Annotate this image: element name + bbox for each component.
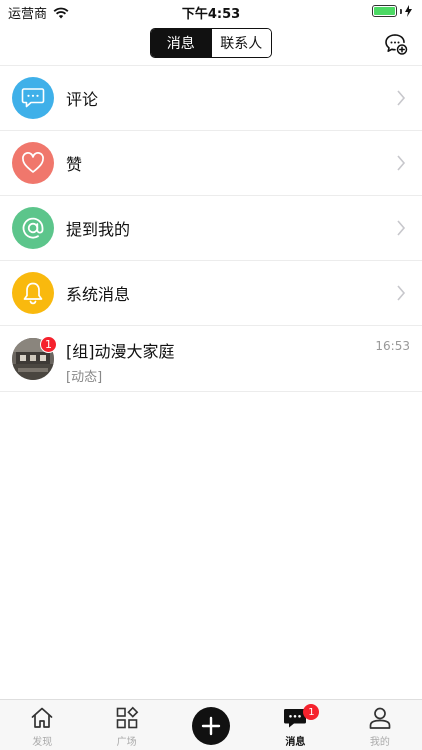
chevron-right-icon	[397, 285, 406, 301]
home-icon	[31, 707, 53, 728]
chevron-right-icon	[397, 155, 406, 171]
chat-add-icon[interactable]	[384, 32, 408, 56]
battery-tip	[400, 8, 402, 14]
status-bar: 运营商 下午4:53	[0, 0, 422, 22]
chevron-right-icon	[397, 220, 406, 236]
user-icon	[369, 707, 391, 729]
unread-badge: 1	[40, 336, 57, 353]
row-content: 评论	[0, 66, 422, 131]
grid-icon	[116, 706, 138, 729]
at-icon	[22, 217, 44, 239]
heart-icon-circle	[12, 142, 54, 184]
row-content: 提到我的	[0, 196, 422, 261]
row-content: 系统消息	[0, 261, 422, 326]
chevron-right-icon	[397, 90, 406, 106]
bell-icon	[23, 282, 43, 305]
heart-icon	[22, 152, 44, 173]
tab-label: 消息	[285, 737, 306, 748]
list-item-comments[interactable]: 评论	[0, 66, 422, 131]
tab-label: 发现	[32, 737, 53, 748]
tab-label: 广场	[116, 737, 137, 748]
nav-bar: 消息 联系人	[0, 22, 422, 66]
tab-discover[interactable]: 发现	[0, 700, 84, 750]
comment-icon	[21, 88, 45, 108]
plus-button[interactable]	[192, 707, 231, 745]
chat-time: 16:53	[375, 339, 410, 353]
tab-badge: 1	[303, 704, 320, 720]
list-item-label: 系统消息	[66, 285, 131, 304]
list-item-mentions[interactable]: 提到我的	[0, 196, 422, 261]
list-item-system[interactable]: 系统消息	[0, 261, 422, 326]
segmented-control: 消息 联系人	[150, 28, 272, 58]
list-item-likes[interactable]: 赞	[0, 131, 422, 196]
tab-messages[interactable]: 1 消息	[253, 700, 337, 750]
charging-bolt-icon	[405, 5, 412, 17]
list-item-label: 评论	[66, 90, 99, 109]
chat-preview: [动态]	[66, 370, 103, 385]
tab-profile[interactable]: 我的	[338, 700, 422, 750]
chat-title: [组]动漫大家庭	[66, 342, 175, 361]
tab-square[interactable]: 广场	[84, 700, 168, 750]
message-list: 评论 赞 提到我的 系统消息 1 [组]动漫大家庭 [动态] 16:53	[0, 66, 422, 392]
tab-bar: 发现 广场 1 消息 我的	[0, 699, 422, 750]
battery-body	[372, 5, 397, 17]
battery-indicator	[372, 5, 412, 17]
status-time: 下午4:53	[181, 7, 241, 22]
battery-fill	[374, 7, 395, 15]
tab-publish[interactable]	[169, 700, 253, 750]
list-item-label: 赞	[66, 155, 83, 174]
bell-icon-circle	[12, 272, 54, 314]
row-content: 赞	[0, 131, 422, 196]
list-item-label: 提到我的	[66, 220, 131, 239]
tab-label: 我的	[369, 737, 390, 748]
segment-messages[interactable]: 消息	[151, 29, 211, 57]
at-icon-circle	[12, 207, 54, 249]
segment-contacts[interactable]: 联系人	[210, 29, 271, 57]
chat-item-group[interactable]: 1 [组]动漫大家庭 [动态] 16:53	[0, 326, 422, 392]
comment-icon-circle	[12, 77, 54, 119]
plus-icon	[201, 716, 221, 736]
